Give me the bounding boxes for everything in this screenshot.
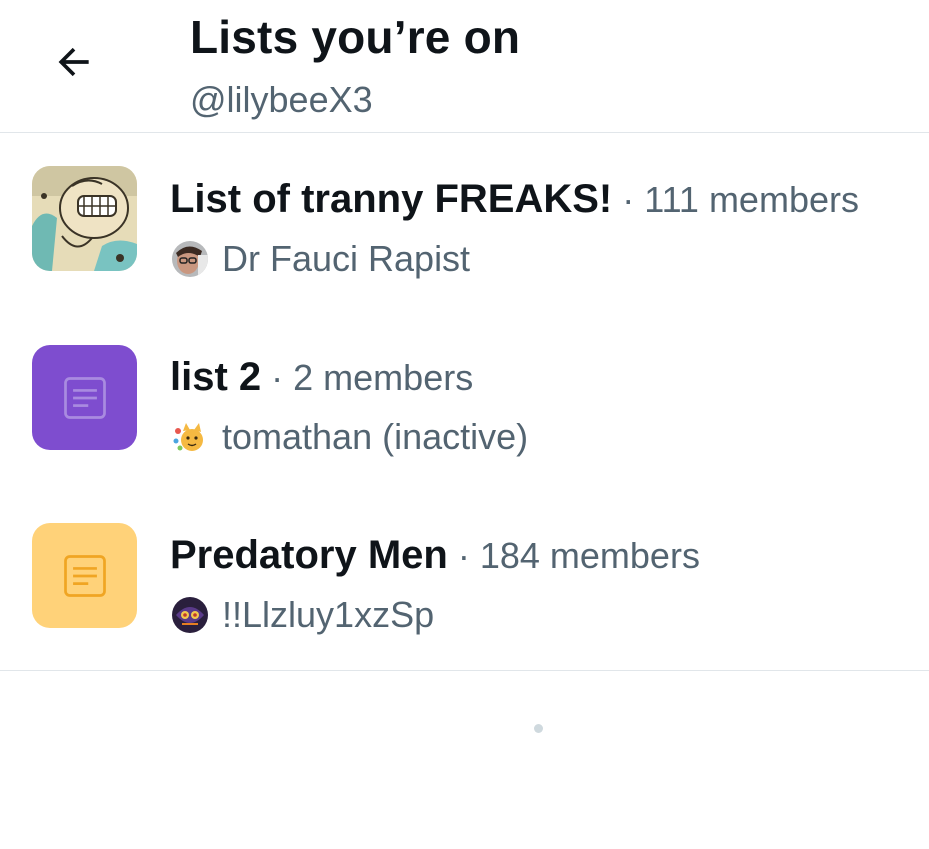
page-header: Lists you’re on @lilybeeX3: [0, 0, 929, 133]
man-with-glasses-avatar: [172, 241, 208, 277]
comic-face-image: [32, 166, 137, 271]
list-item[interactable]: list 2 · 2 members tomathan (inactive): [0, 322, 929, 482]
list-title-row: Predatory Men · 184 members: [170, 533, 700, 578]
list-item[interactable]: List of tranny FREAKS! · 111 members Dr …: [0, 144, 929, 304]
page-title: Lists you’re on: [190, 11, 521, 63]
dark-mask-avatar: [172, 597, 208, 633]
list-member-count: · 184 members: [457, 535, 700, 576]
owner-avatar: [172, 597, 208, 633]
list-item[interactable]: Predatory Men · 184 members !!Llzluy1xzS…: [0, 500, 929, 660]
owner-name: Dr Fauci Rapist: [222, 238, 471, 279]
user-handle: @lilybeeX3: [190, 79, 373, 120]
back-button[interactable]: [44, 34, 104, 90]
list-divider: [0, 670, 929, 671]
list-thumbnail: [32, 523, 137, 628]
list-member-count: · 2 members: [271, 357, 474, 398]
list-member-count: · 111 members: [622, 179, 859, 220]
list-owner: tomathan (inactive): [172, 416, 528, 458]
list-document-icon: [63, 554, 106, 597]
list-thumbnail-image: [32, 166, 137, 271]
owner-avatar: [172, 419, 208, 455]
owner-avatar: [172, 241, 208, 277]
list-document-icon: [63, 376, 106, 419]
list-owner: !!Llzluy1xzSp: [172, 594, 434, 636]
list-name: list 2: [170, 355, 262, 399]
arrow-left-icon: [58, 47, 89, 77]
party-cat-avatar: [172, 419, 208, 455]
list-name: List of tranny FREAKS!: [170, 177, 613, 221]
list-title-row: list 2 · 2 members: [170, 355, 473, 400]
loading-indicator: [534, 724, 543, 733]
owner-name: !!Llzluy1xzSp: [222, 594, 435, 635]
list-thumbnail: [32, 345, 137, 450]
list-name: Predatory Men: [170, 533, 448, 577]
owner-name: tomathan (inactive): [222, 416, 529, 457]
list-owner: Dr Fauci Rapist: [172, 238, 470, 280]
list-title-row: List of tranny FREAKS! · 111 members: [170, 177, 859, 222]
